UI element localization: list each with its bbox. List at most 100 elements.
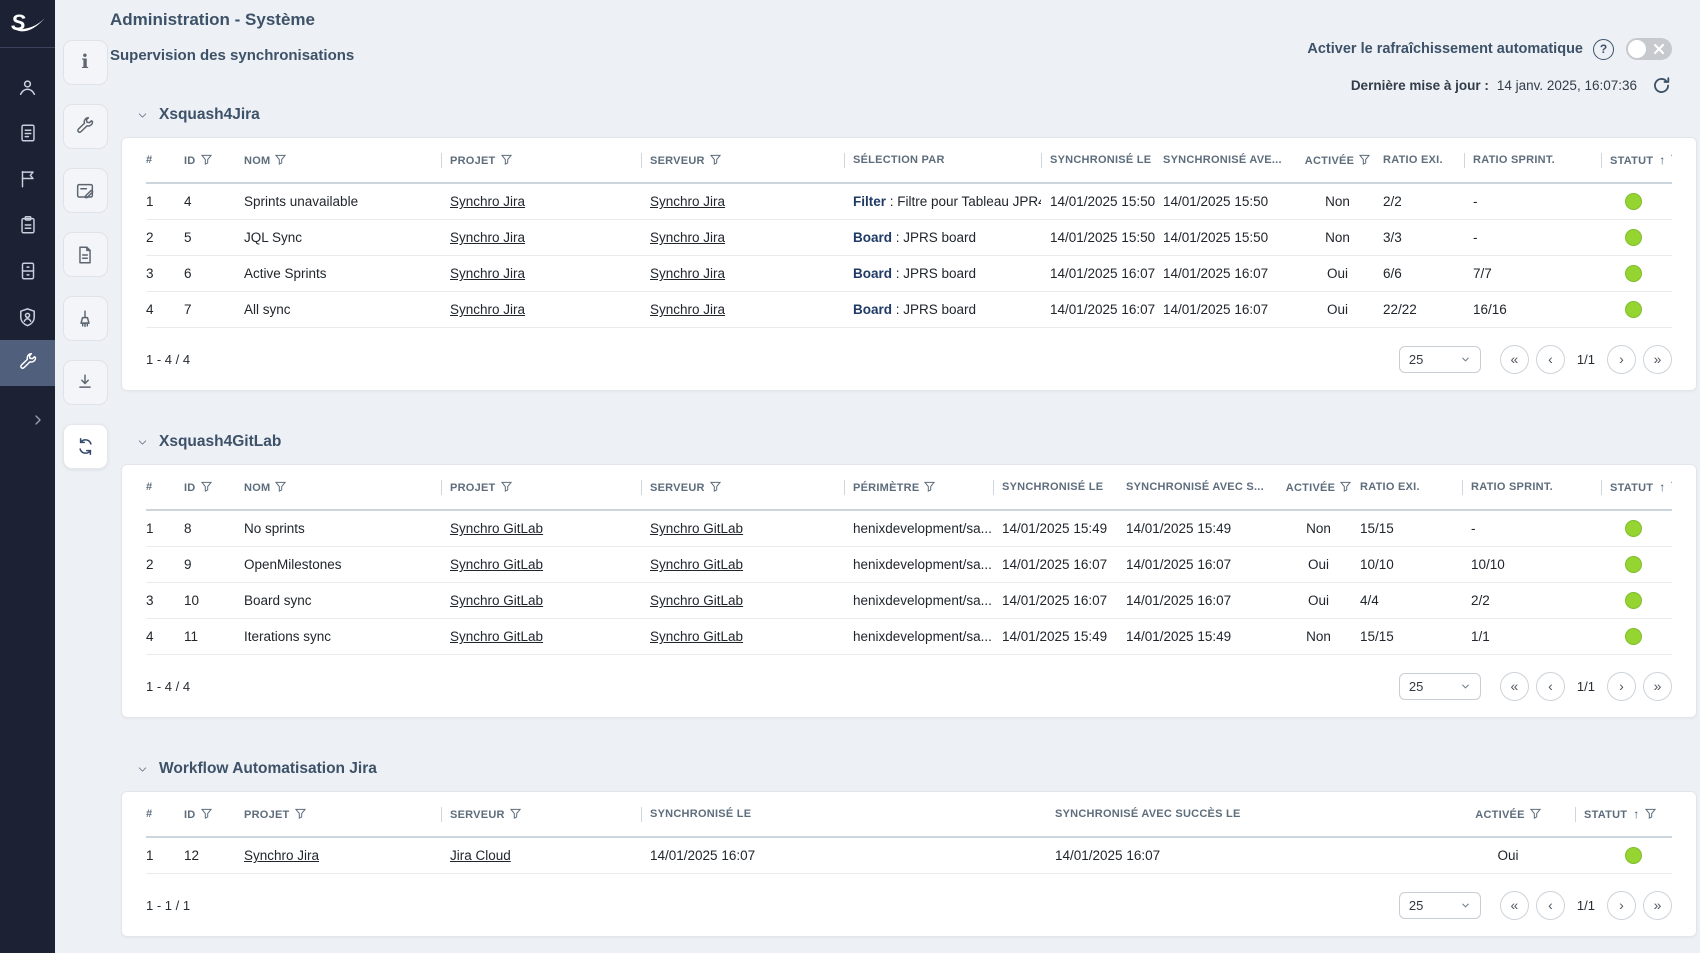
column-header-project[interactable]: PROJET bbox=[441, 138, 641, 183]
rail-item-wrench[interactable] bbox=[63, 104, 108, 149]
project-link[interactable]: Synchro GitLab bbox=[450, 521, 543, 536]
prev-page-button[interactable]: ‹ bbox=[1536, 891, 1565, 920]
column-header-id[interactable]: ID bbox=[184, 138, 244, 183]
server-link[interactable]: Synchro Jira bbox=[650, 302, 725, 317]
column-header-project[interactable]: PROJET bbox=[441, 465, 641, 510]
rail-item-broom[interactable] bbox=[63, 296, 108, 341]
filter-icon[interactable] bbox=[1525, 809, 1541, 821]
rail-item-info[interactable]: i bbox=[63, 40, 108, 85]
sidebar-item-server[interactable] bbox=[0, 248, 55, 294]
project-link[interactable]: Synchro GitLab bbox=[450, 629, 543, 644]
first-page-button[interactable]: « bbox=[1500, 345, 1529, 374]
filter-icon[interactable] bbox=[1354, 155, 1370, 167]
column-header-server[interactable]: SERVEUR bbox=[641, 465, 844, 510]
sort-asc-icon[interactable]: ↑ bbox=[1633, 807, 1639, 821]
rail-item-form-edit[interactable] bbox=[63, 168, 108, 213]
filter-icon[interactable] bbox=[496, 155, 512, 167]
filter-icon[interactable] bbox=[496, 482, 512, 494]
sort-asc-icon[interactable]: ↑ bbox=[1659, 480, 1665, 494]
filter-icon[interactable] bbox=[196, 482, 212, 494]
project-link[interactable]: Synchro Jira bbox=[450, 194, 525, 209]
project-link[interactable]: Synchro Jira bbox=[450, 302, 525, 317]
result-range: 1 - 1 / 1 bbox=[146, 898, 190, 913]
filter-icon[interactable] bbox=[1666, 155, 1673, 167]
last-page-button[interactable]: » bbox=[1643, 672, 1672, 701]
filter-icon[interactable] bbox=[196, 809, 212, 821]
auto-refresh-toggle[interactable] bbox=[1626, 38, 1672, 60]
next-page-button[interactable]: › bbox=[1607, 891, 1636, 920]
server-link[interactable]: Synchro GitLab bbox=[650, 557, 743, 572]
column-header-active[interactable]: ACTIVÉE bbox=[1296, 138, 1383, 183]
project-link[interactable]: Synchro Jira bbox=[450, 266, 525, 281]
filter-icon[interactable] bbox=[919, 482, 935, 494]
page-size-select[interactable]: 25 bbox=[1399, 892, 1481, 919]
sidebar-item-shield-user[interactable] bbox=[0, 294, 55, 340]
first-page-button[interactable]: « bbox=[1500, 672, 1529, 701]
filter-icon[interactable] bbox=[270, 482, 286, 494]
cell-num: 4 bbox=[146, 619, 184, 655]
server-link[interactable]: Synchro GitLab bbox=[650, 521, 743, 536]
project-link[interactable]: Synchro GitLab bbox=[450, 593, 543, 608]
prev-page-button[interactable]: ‹ bbox=[1536, 345, 1565, 374]
squash-logo[interactable]: S bbox=[0, 0, 55, 48]
column-header-status[interactable]: STATUT↑ bbox=[1575, 792, 1672, 837]
column-header-active[interactable]: ACTIVÉE bbox=[1281, 465, 1360, 510]
sidebar-item-document-report[interactable] bbox=[0, 110, 55, 156]
next-page-button[interactable]: › bbox=[1607, 345, 1636, 374]
project-link[interactable]: Synchro Jira bbox=[450, 230, 525, 245]
column-label: PROJET bbox=[450, 482, 496, 494]
next-page-button[interactable]: › bbox=[1607, 672, 1636, 701]
collapse-section-icon[interactable] bbox=[136, 763, 149, 776]
filter-icon[interactable] bbox=[705, 155, 721, 167]
filter-icon[interactable] bbox=[1666, 482, 1673, 494]
project-link[interactable]: Synchro GitLab bbox=[450, 557, 543, 572]
help-icon[interactable]: ? bbox=[1593, 39, 1614, 60]
server-link[interactable]: Jira Cloud bbox=[450, 848, 511, 863]
page-size-select[interactable]: 25 bbox=[1399, 673, 1481, 700]
sort-asc-icon[interactable]: ↑ bbox=[1659, 153, 1665, 167]
column-header-server[interactable]: SERVEUR bbox=[441, 792, 641, 837]
column-header-id[interactable]: ID bbox=[184, 792, 244, 837]
rail-item-file[interactable] bbox=[63, 232, 108, 277]
sidebar-item-wrench[interactable] bbox=[0, 340, 55, 386]
sidebar-item-flag[interactable] bbox=[0, 156, 55, 202]
server-link[interactable]: Synchro Jira bbox=[650, 266, 725, 281]
cell-project: Synchro GitLab bbox=[441, 547, 641, 583]
last-page-button[interactable]: » bbox=[1643, 891, 1672, 920]
filter-icon[interactable] bbox=[1640, 809, 1656, 821]
filter-icon[interactable] bbox=[270, 155, 286, 167]
column-header-status[interactable]: STATUT↑ bbox=[1601, 138, 1672, 183]
filter-icon[interactable] bbox=[1335, 482, 1351, 494]
filter-icon[interactable] bbox=[705, 482, 721, 494]
last-page-button[interactable]: » bbox=[1643, 345, 1672, 374]
sidebar-item-user[interactable] bbox=[0, 64, 55, 110]
column-header-name[interactable]: NOM bbox=[244, 465, 441, 510]
project-link[interactable]: Synchro Jira bbox=[244, 848, 319, 863]
filter-icon[interactable] bbox=[505, 809, 521, 821]
column-header-ratio_exi: RATIO EXI. bbox=[1360, 465, 1462, 510]
rail-item-download[interactable] bbox=[63, 360, 108, 405]
column-header-name[interactable]: NOM bbox=[244, 138, 441, 183]
column-header-project[interactable]: PROJET bbox=[244, 792, 441, 837]
server-link[interactable]: Synchro GitLab bbox=[650, 629, 743, 644]
cell-synced: 14/01/2025 16:07 bbox=[993, 547, 1126, 583]
sidebar-item-clipboard[interactable] bbox=[0, 202, 55, 248]
prev-page-button[interactable]: ‹ bbox=[1536, 672, 1565, 701]
cell-ratio_sprint: - bbox=[1464, 220, 1601, 256]
column-header-server[interactable]: SERVEUR bbox=[641, 138, 844, 183]
filter-icon[interactable] bbox=[196, 155, 212, 167]
filter-icon[interactable] bbox=[290, 809, 306, 821]
column-header-status[interactable]: STATUT↑ bbox=[1601, 465, 1672, 510]
page-size-select[interactable]: 25 bbox=[1399, 346, 1481, 373]
collapse-section-icon[interactable] bbox=[136, 436, 149, 449]
column-header-perimeter[interactable]: PÉRIMÈTRE bbox=[844, 465, 993, 510]
column-header-active[interactable]: ACTIVÉE bbox=[1445, 792, 1575, 837]
server-link[interactable]: Synchro GitLab bbox=[650, 593, 743, 608]
column-header-id[interactable]: ID bbox=[184, 465, 244, 510]
server-link[interactable]: Synchro Jira bbox=[650, 230, 725, 245]
rail-item-sync[interactable] bbox=[63, 424, 108, 469]
server-link[interactable]: Synchro Jira bbox=[650, 194, 725, 209]
collapse-section-icon[interactable] bbox=[136, 109, 149, 122]
first-page-button[interactable]: « bbox=[1500, 891, 1529, 920]
expand-sidebar-button[interactable] bbox=[0, 412, 55, 428]
